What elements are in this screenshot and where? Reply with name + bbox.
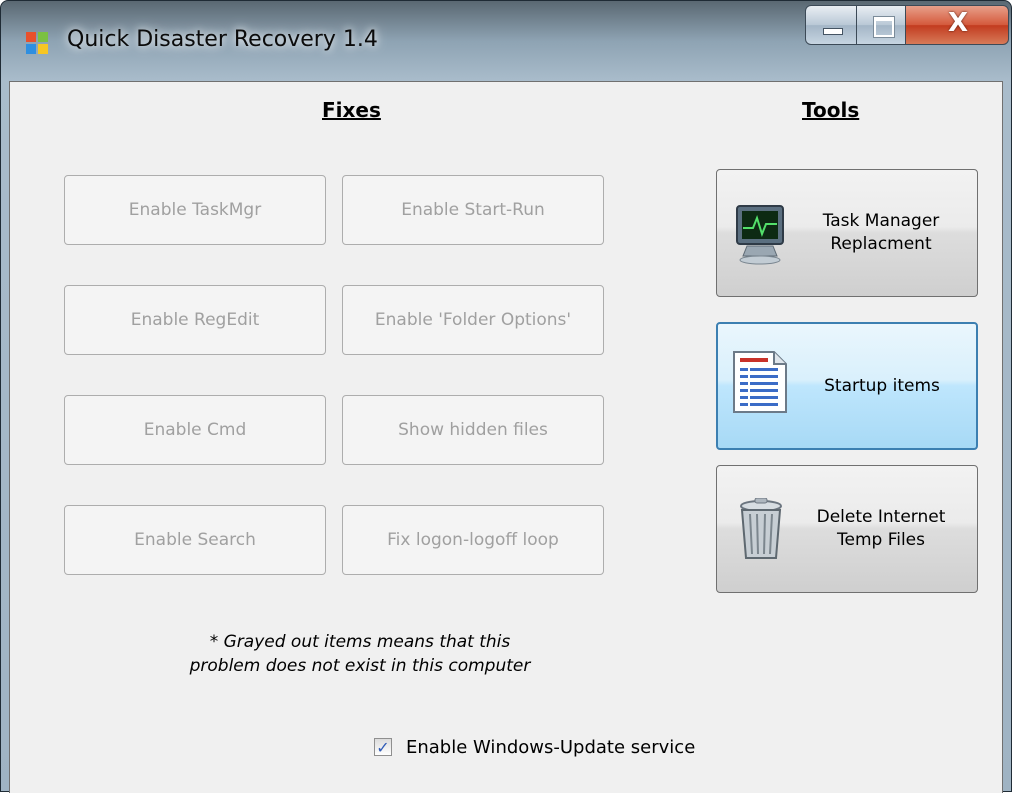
enable-search-button[interactable]: Enable Search (64, 505, 326, 575)
window-title: Quick Disaster Recovery 1.4 (67, 27, 378, 52)
fix-logon-logoff-loop-button[interactable]: Fix logon-logoff loop (342, 505, 604, 575)
note-line-1: * Grayed out items means that this (209, 632, 511, 652)
note-line-2: problem does not exist in this computer (189, 656, 531, 676)
app-icon (26, 32, 48, 54)
enable-taskmgr-button[interactable]: Enable TaskMgr (64, 175, 326, 245)
client-area: Fixes Tools Enable TaskMgr Enable Start-… (9, 81, 1003, 793)
enable-start-run-button[interactable]: Enable Start-Run (342, 175, 604, 245)
close-button[interactable]: X (905, 5, 1009, 45)
delete-internet-temp-files-button[interactable]: Delete Internet Temp Files (716, 465, 978, 593)
enable-folder-options-button[interactable]: Enable 'Folder Options' (342, 285, 604, 355)
task-manager-replacement-button[interactable]: Task Manager Replacment (716, 169, 978, 297)
task-manager-label-line1: Task Manager (822, 211, 940, 231)
delete-temp-label-line1: Delete Internet (816, 507, 946, 527)
startup-items-label: Startup items (824, 376, 940, 396)
app-window: Quick Disaster Recovery 1.4 X Fixes Tool… (0, 0, 1012, 793)
maximize-button[interactable] (856, 5, 906, 45)
windows-update-label[interactable]: Enable Windows-Update service (406, 737, 695, 758)
task-manager-label-line2: Replacment (830, 234, 932, 254)
document-list-icon (733, 351, 787, 413)
minimize-button[interactable] (805, 5, 857, 45)
windows-update-option[interactable]: ✓ Enable Windows-Update service (374, 734, 695, 760)
enable-cmd-button[interactable]: Enable Cmd (64, 395, 326, 465)
maximize-icon (873, 16, 895, 38)
fixes-heading: Fixes (322, 98, 381, 122)
startup-items-button[interactable]: Startup items (716, 322, 978, 450)
title-bar[interactable]: Quick Disaster Recovery 1.4 X (1, 1, 1011, 79)
show-hidden-files-button[interactable]: Show hidden files (342, 395, 604, 465)
minimize-icon (823, 28, 843, 35)
grayed-out-note: * Grayed out items means that this probl… (140, 630, 580, 678)
windows-update-checkbox[interactable]: ✓ (374, 737, 392, 757)
caption-buttons: X (805, 5, 1012, 51)
checkmark-icon: ✓ (376, 737, 390, 757)
monitor-icon (736, 205, 784, 265)
close-icon: X (947, 8, 969, 38)
tools-heading: Tools (802, 98, 860, 122)
enable-regedit-button[interactable]: Enable RegEdit (64, 285, 326, 355)
trash-can-icon (740, 498, 782, 559)
delete-temp-label-line2: Temp Files (836, 530, 925, 550)
